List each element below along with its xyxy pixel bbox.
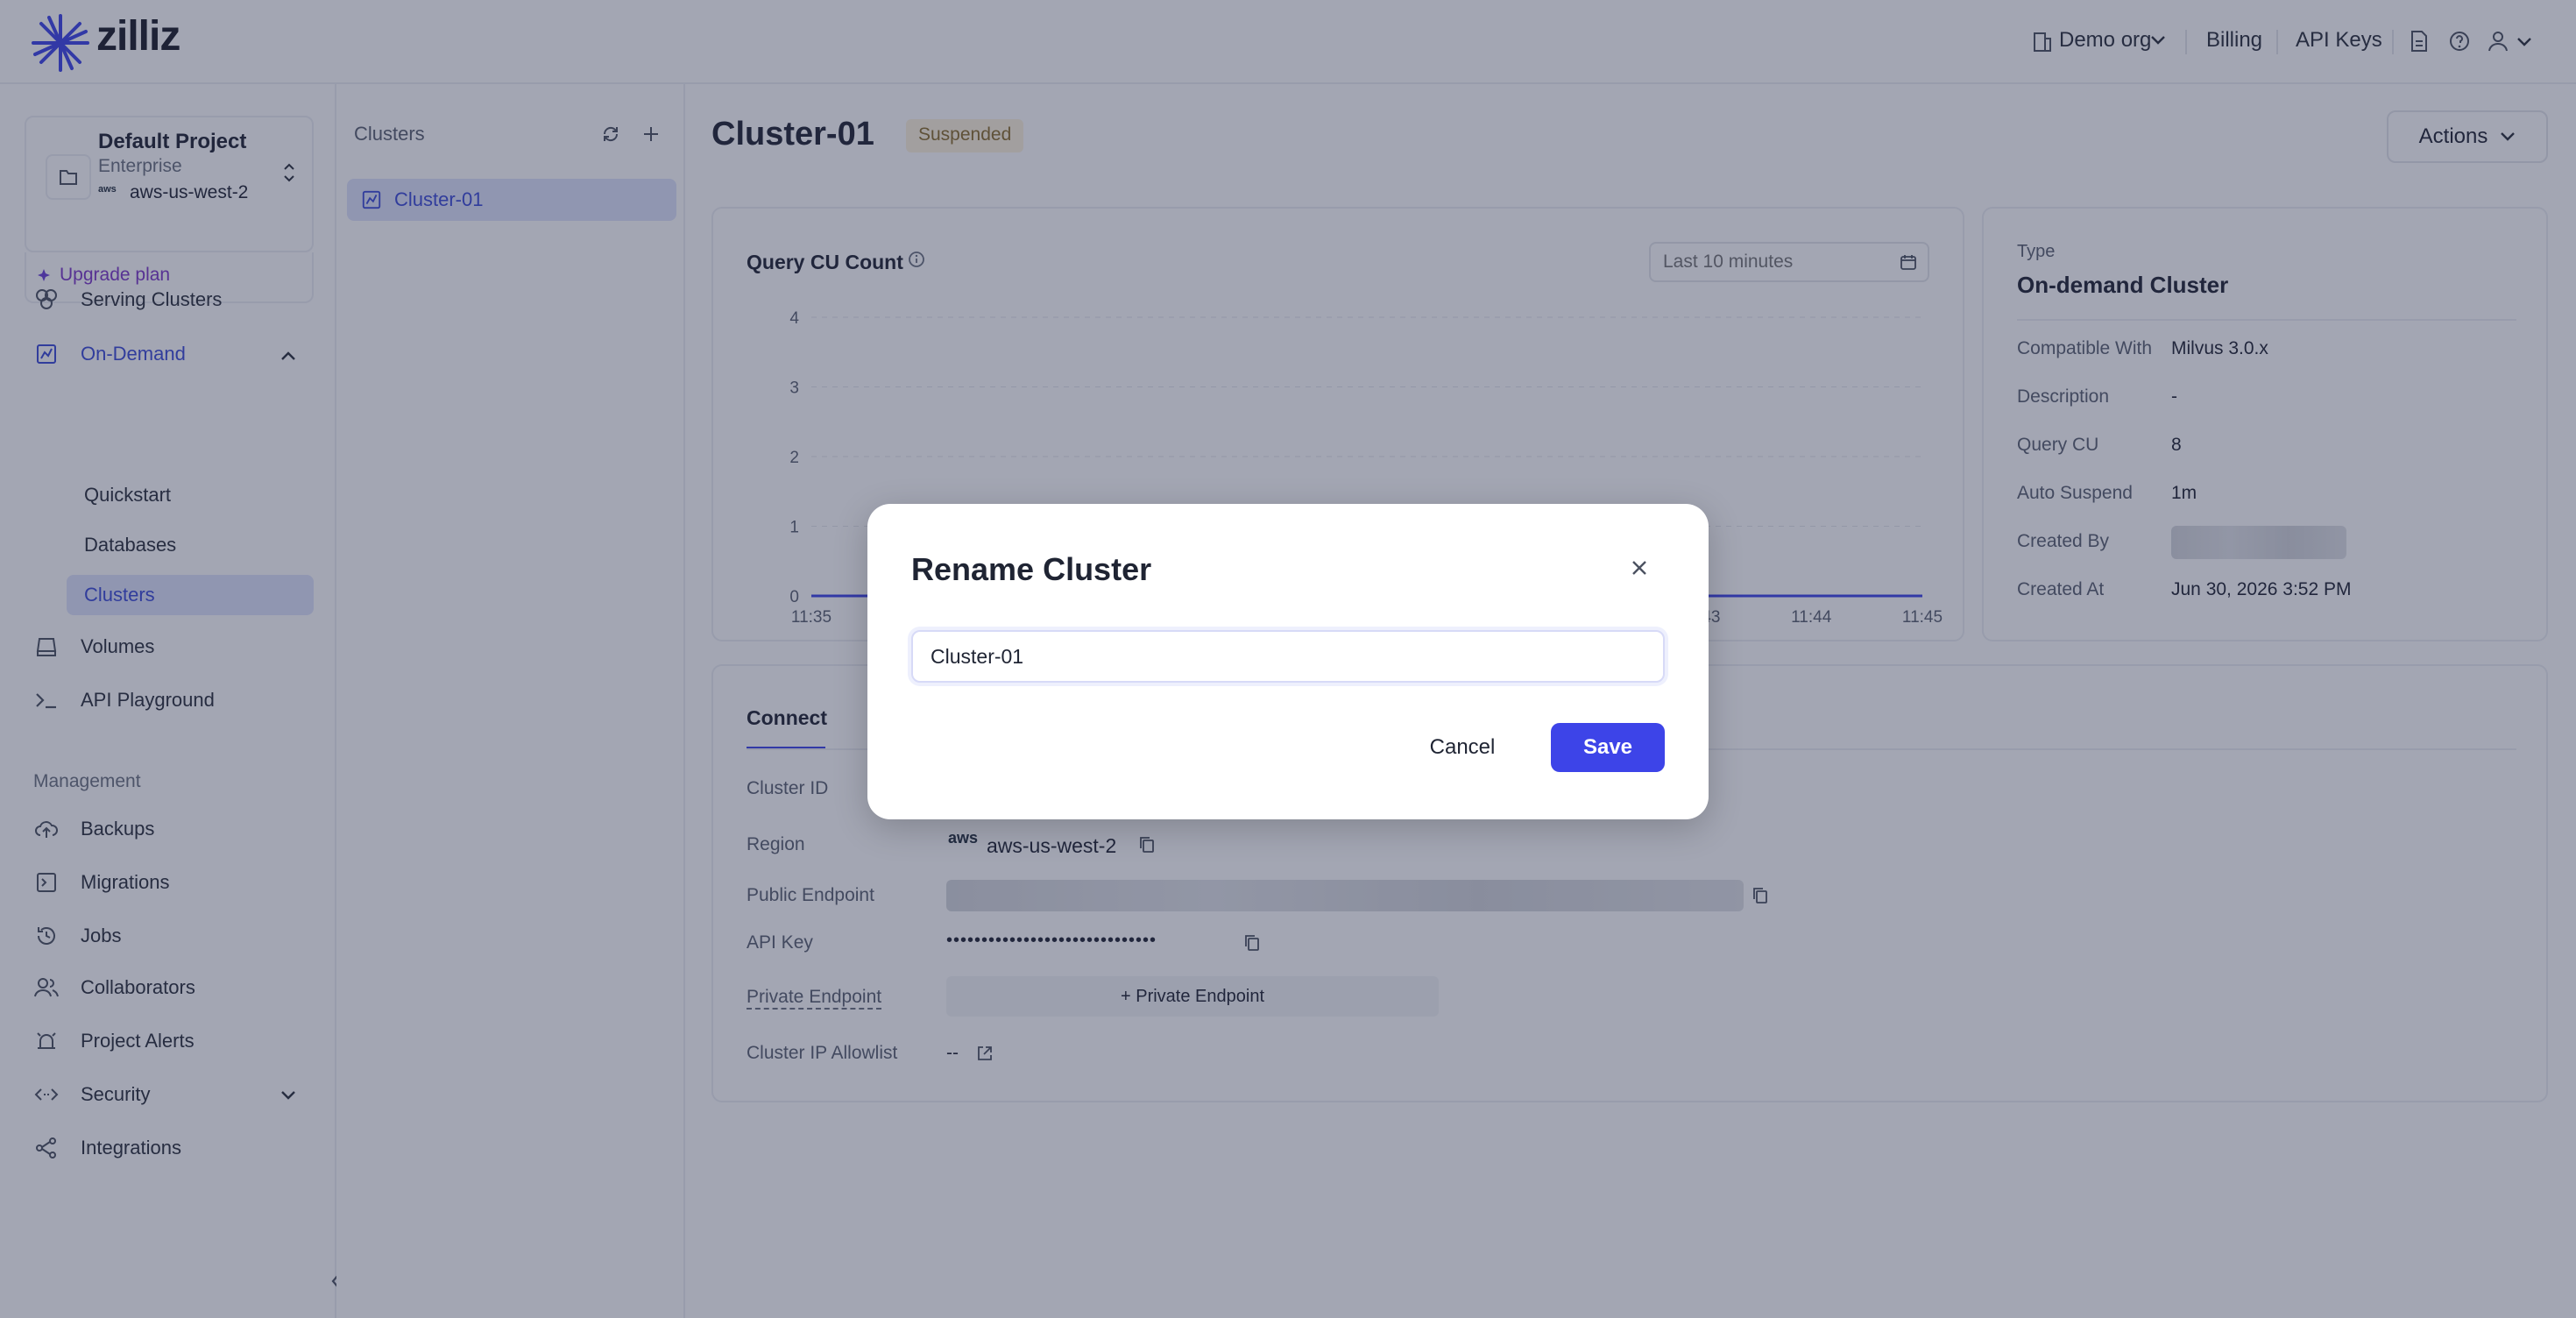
cluster-name-input[interactable] <box>911 630 1665 683</box>
dialog-title: Rename Cluster <box>911 551 1152 587</box>
save-button[interactable]: Save <box>1551 723 1665 772</box>
close-icon[interactable] <box>1630 558 1649 578</box>
rename-cluster-dialog: Rename Cluster Cancel Save <box>867 504 1709 819</box>
cancel-button[interactable]: Cancel <box>1414 723 1511 772</box>
